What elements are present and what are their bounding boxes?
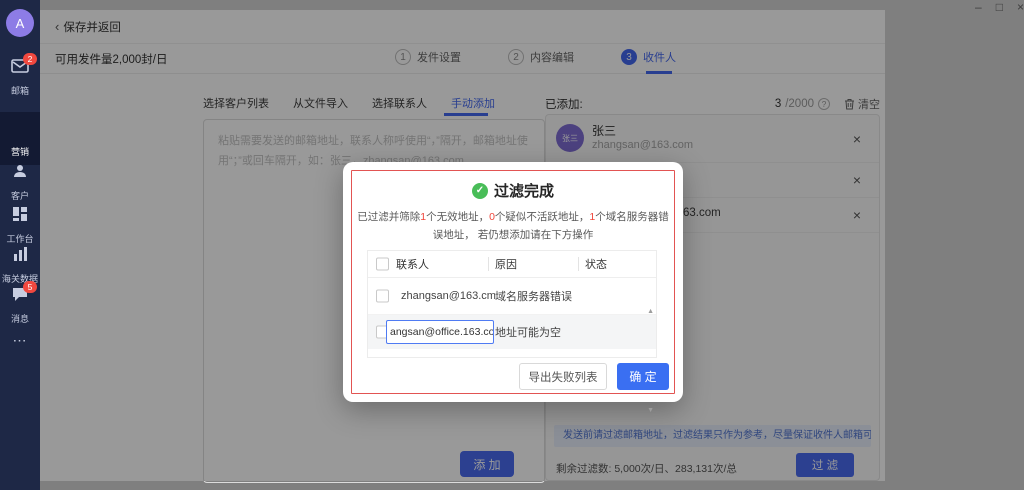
sidebar-item-label: 客户 [1,188,39,201]
avatar[interactable]: A [6,9,34,37]
sidebar-item-label: 营销 [1,144,39,157]
table-row: angsan@office.163.com 地址可能为空 ▼ [368,315,656,349]
minimize-icon[interactable]: – [975,0,982,16]
sidebar-item-label: 工作台 [1,231,39,244]
pie-chart-icon [11,119,29,137]
sidebar-item-customers[interactable]: 客户 [0,163,40,202]
app-screenshot: – □ × A 2 邮箱 营销 客户 工作台 [0,0,1024,490]
user-icon [11,163,29,181]
sidebar-item-label: 邮箱 [1,83,39,96]
dialog-title: 过滤完成 [494,180,554,201]
bar-chart-icon [11,246,29,264]
close-icon[interactable]: × [1017,0,1024,16]
table-row: zhangsan@163.cm 域名服务器错误 ▲ [368,278,656,315]
column-divider [578,257,579,271]
column-divider [488,257,489,271]
dialog-buttons: 导出失败列表 确 定 [519,363,669,390]
fail-reason: 地址可能为空 [495,324,561,340]
messages-badge: 5 [23,281,37,293]
scroll-down-icon[interactable]: ▼ [647,407,654,414]
mail-badge: 2 [23,53,37,65]
window-controls: – □ × [940,0,1024,16]
failed-email: zhangsan@163.cm [401,290,496,302]
sidebar-item-label: 消息 [1,311,39,324]
chat-icon: 5 [11,286,29,304]
header-status: 状态 [585,256,607,272]
table-header-row: 联系人 原因 状态 [368,251,656,278]
sidebar-item-messages[interactable]: 5 消息 [0,286,40,325]
maximize-icon[interactable]: □ [996,0,1003,16]
success-check-icon: ✓ [472,183,488,199]
grid-icon [11,206,29,224]
sidebar-item-marketing[interactable]: 营销 [0,112,40,165]
header-reason: 原因 [495,256,517,272]
failed-email-input[interactable]: angsan@office.163.com [386,320,494,344]
desc-text: 已过滤并筛除 [357,211,420,223]
sidebar-item-more[interactable]: ⋯ [0,332,40,350]
mail-icon: 2 [11,58,29,76]
select-all-checkbox[interactable] [376,258,389,271]
header-contact: 联系人 [396,256,429,272]
sidebar: A 2 邮箱 营销 客户 工作台 [0,0,40,490]
filter-complete-dialog: ✓ 过滤完成 已过滤并筛除1个无效地址，0个疑似不活跃地址，1个域名服务器错误地… [343,162,683,402]
failed-addresses-table: 联系人 原因 状态 zhangsan@163.cm 域名服务器错误 ▲ angs… [367,250,657,358]
dialog-description: 已过滤并筛除1个无效地址，0个疑似不活跃地址，1个域名服务器错误地址， 若仍想添… [355,208,671,245]
scroll-up-icon[interactable]: ▲ [647,308,654,315]
failed-email-input-value: angsan@office.163.com [390,326,494,338]
sidebar-item-workbench[interactable]: 工作台 [0,206,40,245]
fail-reason: 域名服务器错误 [495,288,572,304]
confirm-button[interactable]: 确 定 [617,363,669,390]
desc-text: 个疑似不活跃地址， [495,211,590,223]
row-checkbox[interactable] [376,290,389,303]
sidebar-item-customs-data[interactable]: 海关数据 [0,246,40,285]
more-icon: ⋯ [13,332,28,348]
dialog-title-row: ✓ 过滤完成 [343,180,683,201]
export-failed-list-button[interactable]: 导出失败列表 [519,363,607,390]
sidebar-item-mail[interactable]: 2 邮箱 [0,58,40,97]
desc-text: 个无效地址， [426,211,489,223]
